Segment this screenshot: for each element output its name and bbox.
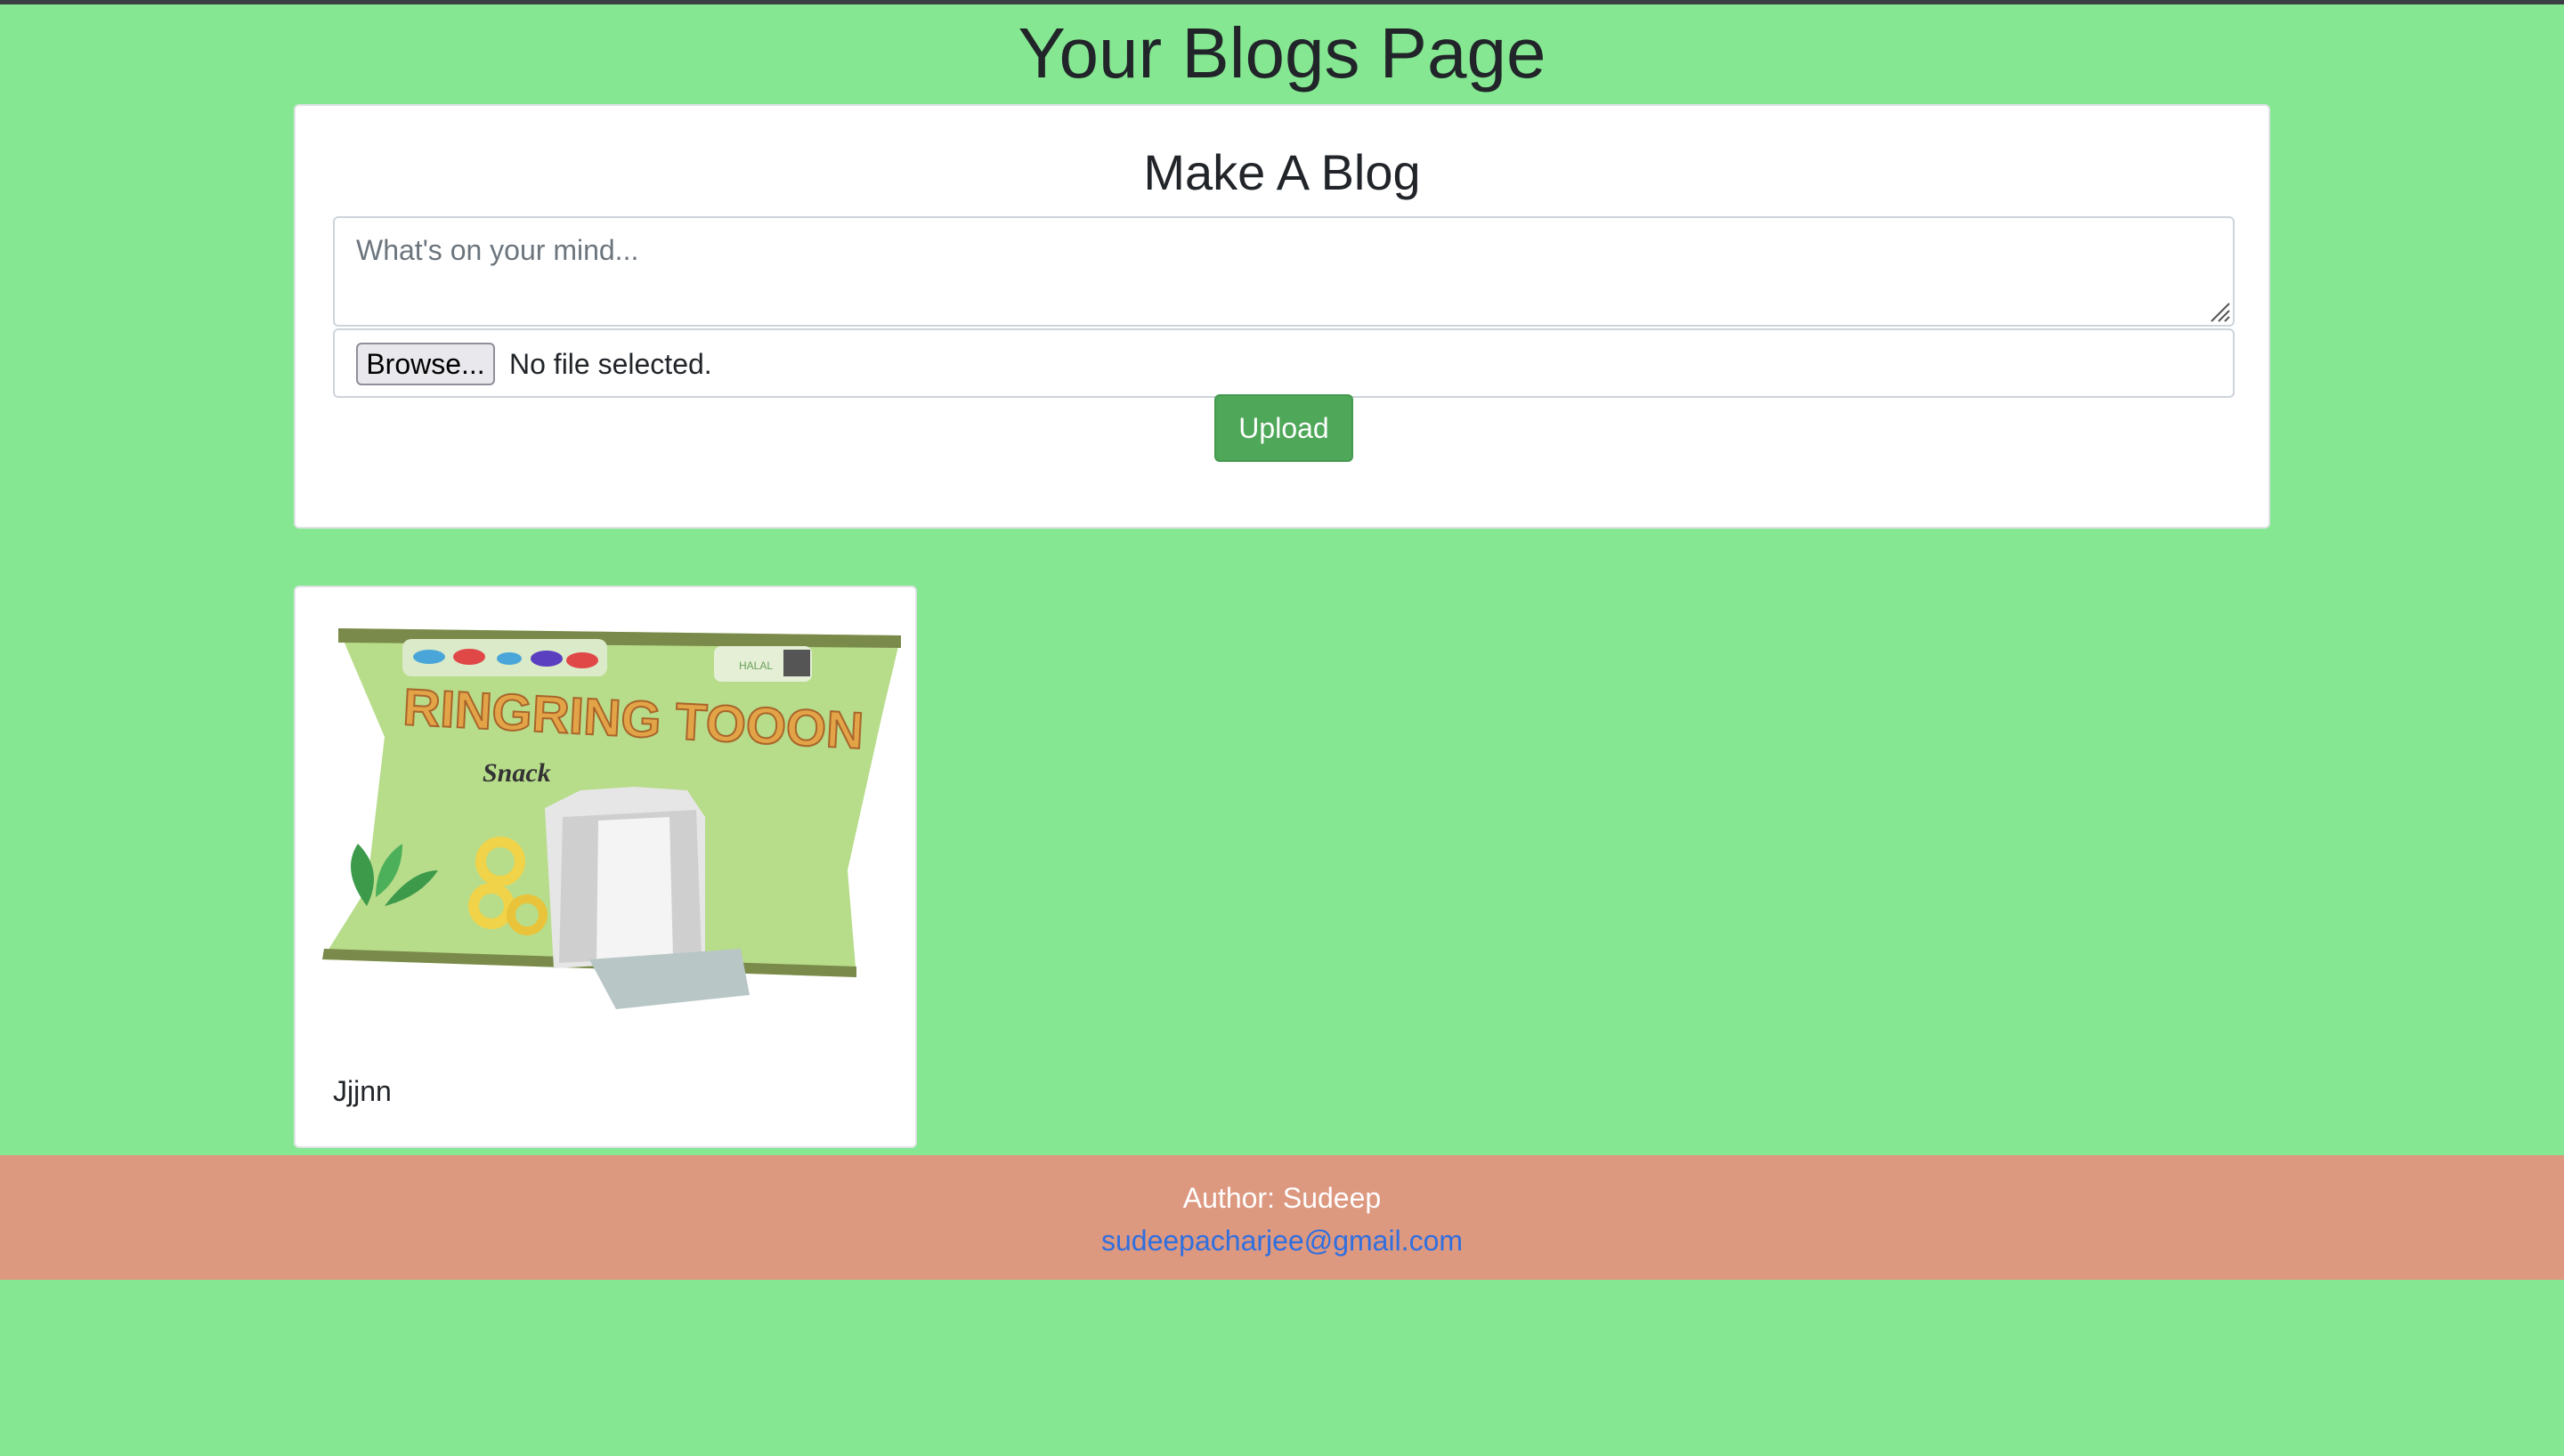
post-image-badge: HALAL: [739, 659, 773, 672]
page-title: Your Blogs Page: [1018, 13, 1546, 93]
footer-author: Author: Sudeep: [1182, 1182, 1382, 1214]
post-image-subtitle: Snack: [483, 758, 551, 788]
file-status: No file selected.: [509, 348, 712, 380]
compose-card: Make A Blog Browse... No file selected. …: [294, 104, 2270, 529]
post-image: HALAL RINGRING TOOON Snack: [322, 628, 901, 1009]
file-input[interactable]: Browse... No file selected.: [333, 328, 2235, 398]
blog-text-input[interactable]: [333, 216, 2235, 327]
post-text: Jjjnn: [333, 1075, 392, 1107]
resize-handle-icon[interactable]: [2208, 300, 2231, 323]
upload-button[interactable]: Upload: [1214, 394, 1353, 462]
email-link[interactable]: sudeepacharjee@gmail.com: [1101, 1225, 1463, 1257]
footer-email: sudeepacharjee@gmail.com: [0, 1223, 2564, 1258]
footer: Author: Sudeep sudeepacharjee@gmail.com: [0, 1155, 2564, 1280]
post-card: HALAL RINGRING TOOON Snack Jjjnn: [294, 586, 917, 1148]
top-border: [0, 0, 2564, 4]
browse-button[interactable]: Browse...: [356, 343, 495, 385]
compose-title: Make A Blog: [1143, 144, 1421, 200]
